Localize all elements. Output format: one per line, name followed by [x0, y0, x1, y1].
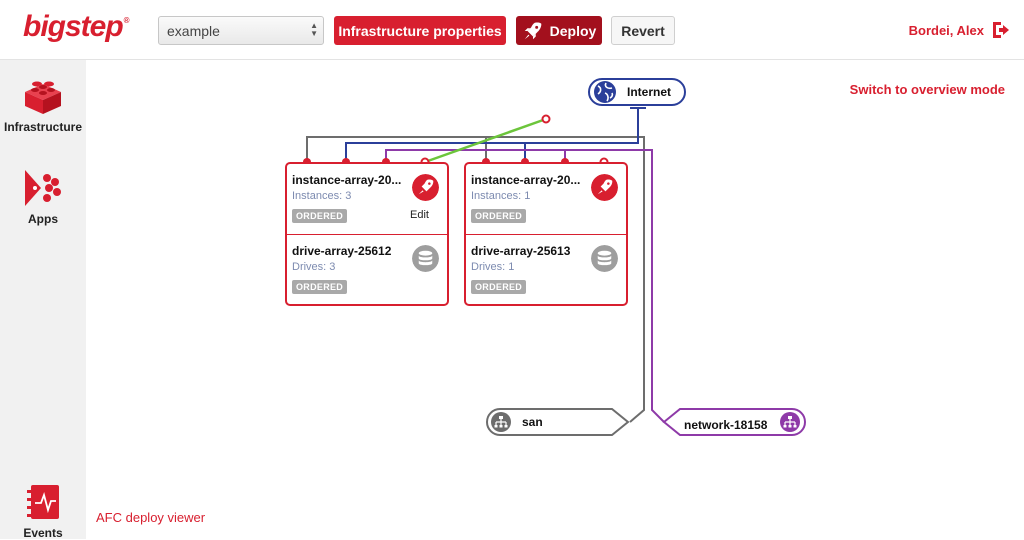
- lego-brick-icon: [25, 81, 61, 114]
- san-network-node[interactable]: san: [486, 407, 631, 437]
- card-divider: [287, 234, 447, 235]
- card-divider: [466, 234, 626, 235]
- sidebar-item-events[interactable]: Events: [0, 482, 86, 540]
- san-label: san: [522, 415, 543, 429]
- deploy-button[interactable]: Deploy: [516, 16, 602, 45]
- drive-count: Drives: 1: [471, 261, 515, 273]
- sidebar-item-label: Apps: [28, 212, 58, 226]
- database-icon[interactable]: [412, 245, 439, 272]
- user-name[interactable]: Bordei, Alex: [909, 23, 984, 38]
- status-badge: ORDERED: [471, 209, 527, 223]
- environment-select-value: example: [167, 23, 220, 39]
- switch-overview-link[interactable]: Switch to overview mode: [850, 82, 1005, 97]
- instance-count: Instances: 1: [471, 190, 531, 202]
- top-bar: bigstep® example ▲ ▼ Infrastructure prope…: [0, 0, 1024, 60]
- internet-node[interactable]: Internet: [588, 78, 686, 106]
- status-badge: ORDERED: [471, 280, 527, 294]
- sidebar-item-apps[interactable]: Apps: [0, 168, 86, 226]
- status-badge: ORDERED: [292, 209, 348, 223]
- network-18158-node[interactable]: network-18158: [662, 407, 807, 437]
- apps-icon: [25, 170, 61, 206]
- sidebar-item-label: Infrastructure: [3, 120, 83, 134]
- afc-deploy-viewer-link[interactable]: AFC deploy viewer: [96, 510, 205, 525]
- bigstep-logo[interactable]: bigstep®: [23, 10, 130, 44]
- logout-icon[interactable]: [990, 20, 1010, 40]
- sidebar-item-label: Events: [23, 526, 63, 540]
- network-icon: [491, 412, 511, 432]
- instance-array-title: instance-array-20...: [292, 173, 402, 187]
- internet-label: Internet: [627, 85, 672, 99]
- environment-select[interactable]: example ▲ ▼: [158, 16, 324, 45]
- instance-array-title: instance-array-20...: [471, 173, 581, 187]
- database-icon[interactable]: [591, 245, 618, 272]
- drive-array-title: drive-array-25612: [292, 244, 392, 258]
- globe-icon: [594, 81, 616, 103]
- deploy-button-label: Deploy: [549, 22, 597, 39]
- rocket-icon: [524, 21, 541, 39]
- revert-button[interactable]: Revert: [611, 16, 675, 45]
- instance-count: Instances: 3: [292, 190, 352, 202]
- instance-group[interactable]: instance-array-20... Instances: 1 ORDERE…: [464, 162, 628, 306]
- select-arrows-icon: ▲ ▼: [310, 21, 318, 38]
- drive-array-title: drive-array-25613: [471, 244, 571, 258]
- rocket-icon[interactable]: [591, 174, 618, 201]
- rocket-icon[interactable]: [412, 174, 439, 201]
- sidebar-item-infrastructure[interactable]: Infrastructure: [0, 76, 86, 134]
- events-notebook-icon: [27, 485, 59, 519]
- infrastructure-properties-button[interactable]: Infrastructure properties: [334, 16, 506, 45]
- network-icon: [780, 412, 800, 432]
- edit-link[interactable]: Edit: [410, 209, 429, 221]
- status-badge: ORDERED: [292, 280, 348, 294]
- instance-group[interactable]: instance-array-20... Instances: 3 ORDERE…: [285, 162, 449, 306]
- drive-count: Drives: 3: [292, 261, 336, 273]
- sidebar: Infrastructure Apps Events: [0, 60, 86, 540]
- network-label: network-18158: [684, 418, 768, 432]
